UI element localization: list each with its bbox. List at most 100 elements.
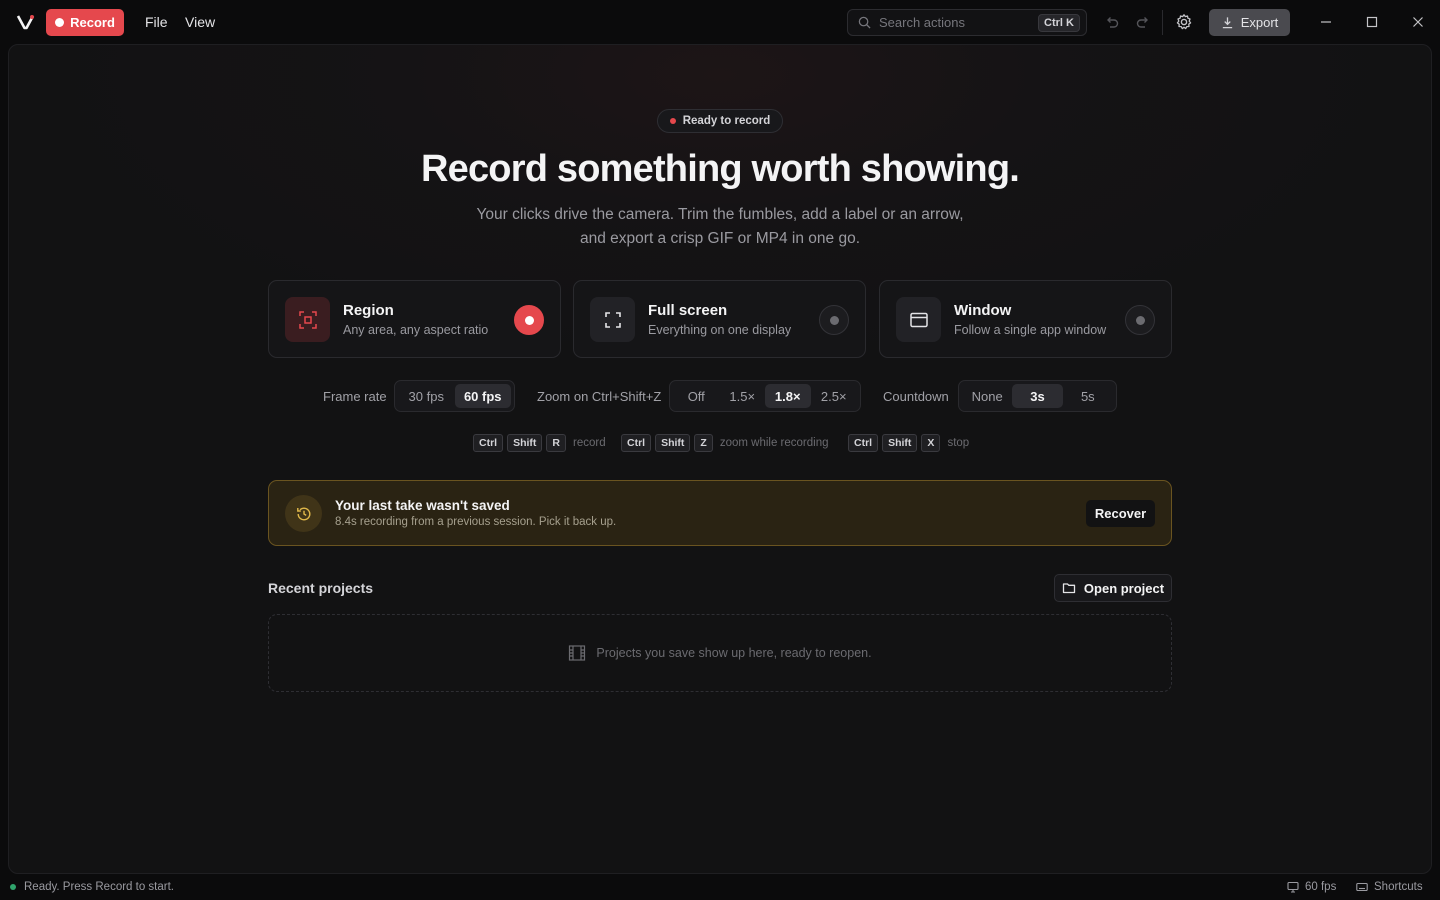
status-bar: Ready. Press Record to start. 60 fps Sho…	[0, 877, 1440, 900]
status-badge: Ready to record	[657, 109, 783, 133]
countdown-option-5s[interactable]: 5s	[1063, 384, 1113, 408]
radio-dot-icon	[829, 315, 839, 325]
fps-value: 60 fps	[1305, 881, 1337, 893]
maximize-button[interactable]	[1362, 12, 1382, 32]
shortcut-hint-record: Ctrl Shift R record	[473, 434, 606, 452]
banner-description: 8.4s recording from a previous session. …	[335, 516, 617, 528]
open-project-button[interactable]: Open project	[1054, 574, 1172, 602]
shortcut-action: zoom while recording	[719, 437, 829, 449]
download-icon	[1222, 17, 1232, 29]
mode-card-window[interactable]: Window Follow a single app window	[879, 280, 1172, 358]
search-placeholder: Search actions	[879, 15, 965, 30]
status-dot-icon	[669, 118, 676, 124]
title-bar: Record File View Search actions Ctrl K E…	[0, 0, 1440, 44]
frame-rate-segmented-control: 30 fps 60 fps	[394, 380, 515, 412]
countdown-label: Countdown	[883, 389, 949, 404]
zoom-option-1-8[interactable]: 1.8×	[765, 384, 811, 408]
zoom-option-off[interactable]: Off	[673, 384, 720, 408]
record-button[interactable]: Record	[46, 9, 124, 36]
mode-card-title: Full screen	[648, 302, 728, 319]
key-x: X	[921, 434, 941, 452]
page-subtitle-line-1: Your clicks drive the camera. Trim the f…	[476, 206, 964, 223]
redo-icon	[1136, 17, 1148, 28]
key-ctrl: Ctrl	[621, 434, 652, 452]
mode-card-desc: Follow a single app window	[954, 323, 1107, 337]
menu-file[interactable]: File	[145, 14, 168, 30]
key-shift: Shift	[507, 434, 543, 452]
zoom-segmented-control: Off 1.5× 1.8× 2.5×	[669, 380, 861, 412]
record-dot-icon	[55, 18, 65, 27]
folder-icon	[1062, 583, 1076, 594]
shortcut-action: stop	[947, 437, 970, 449]
frame-rate-label: Frame rate	[323, 389, 387, 404]
mode-card-desc: Everything on one display	[648, 323, 792, 337]
recent-projects-empty-state: Projects you save show up here, ready to…	[268, 614, 1172, 692]
countdown-segmented-control: None 3s 5s	[958, 380, 1117, 412]
keyboard-icon	[1356, 882, 1368, 892]
search-input[interactable]: Search actions Ctrl K	[847, 9, 1087, 36]
export-button-label: Export	[1240, 15, 1279, 30]
mode-card-region[interactable]: Region Any area, any aspect ratio	[268, 280, 561, 358]
key-shift: Shift	[655, 434, 691, 452]
key-r: R	[546, 434, 567, 452]
countdown-option-3s[interactable]: 3s	[1012, 384, 1063, 408]
maximize-icon	[1366, 16, 1378, 28]
frame-rate-option-30[interactable]: 30 fps	[398, 384, 455, 408]
history-icon-tile	[285, 495, 322, 532]
shortcut-hint-stop: Ctrl Shift X stop	[848, 434, 969, 452]
fullscreen-icon-tile	[590, 297, 635, 342]
recover-button[interactable]: Recover	[1086, 500, 1155, 527]
banner-title: Your last take wasn't saved	[335, 498, 510, 513]
close-icon	[1413, 17, 1423, 27]
mode-card-full-screen[interactable]: Full screen Everything on one display	[573, 280, 866, 358]
key-ctrl: Ctrl	[848, 434, 879, 452]
page-title: Record something worth showing.	[421, 148, 1020, 190]
region-icon-tile	[285, 297, 330, 342]
menu-view[interactable]: View	[185, 14, 215, 30]
settings-button[interactable]	[1174, 12, 1194, 32]
fullscreen-icon	[604, 311, 621, 328]
countdown-option-none[interactable]: None	[962, 384, 1012, 408]
gear-icon	[1176, 14, 1192, 30]
unsaved-take-banner: Your last take wasn't saved 8.4s recordi…	[268, 480, 1172, 546]
toolbar-divider	[1162, 10, 1163, 35]
film-icon	[569, 645, 586, 661]
undo-button[interactable]	[1102, 12, 1122, 32]
zoom-label: Zoom on Ctrl+Shift+Z	[537, 389, 662, 404]
frame-rate-option-60[interactable]: 60 fps	[454, 384, 511, 408]
shortcuts-label: Shortcuts	[1374, 881, 1423, 893]
mode-radio-full-screen[interactable]	[819, 305, 849, 335]
radio-dot-icon	[524, 315, 534, 325]
mode-card-title: Region	[343, 302, 394, 319]
close-button[interactable]	[1408, 12, 1428, 32]
window-icon	[909, 312, 928, 327]
mode-card-title: Window	[954, 302, 1012, 319]
record-button-label: Record	[70, 15, 115, 30]
shortcut-action: record	[573, 437, 606, 449]
status-ok-icon	[10, 884, 16, 890]
minimize-button[interactable]	[1316, 12, 1336, 32]
fps-indicator[interactable]: 60 fps	[1287, 881, 1336, 893]
open-project-label: Open project	[1083, 580, 1165, 596]
monitor-icon	[1287, 881, 1299, 893]
app-logo-icon	[16, 15, 35, 30]
key-z: Z	[694, 434, 713, 452]
status-message-group: Ready. Press Record to start.	[10, 881, 174, 893]
mode-card-desc: Any area, any aspect ratio	[343, 323, 489, 337]
empty-state-text: Projects you save show up here, ready to…	[596, 646, 872, 660]
export-button[interactable]: Export	[1209, 9, 1290, 36]
redo-button[interactable]	[1133, 12, 1153, 32]
key-ctrl: Ctrl	[473, 434, 504, 452]
radio-dot-icon	[1135, 315, 1145, 325]
key-shift: Shift	[882, 434, 918, 452]
mode-radio-region[interactable]	[514, 305, 544, 335]
page-subtitle-line-2: and export a crisp GIF or MP4 in one go.	[580, 230, 860, 247]
history-icon	[296, 507, 310, 520]
zoom-option-1-5[interactable]: 1.5×	[720, 384, 766, 408]
zoom-option-2-5[interactable]: 2.5×	[811, 384, 858, 408]
window-icon-tile	[896, 297, 941, 342]
shortcuts-button[interactable]: Shortcuts	[1356, 881, 1423, 893]
status-message: Ready. Press Record to start.	[24, 881, 174, 893]
mode-radio-window[interactable]	[1125, 305, 1155, 335]
shortcut-hint-zoom: Ctrl Shift Z zoom while recording	[621, 434, 829, 452]
